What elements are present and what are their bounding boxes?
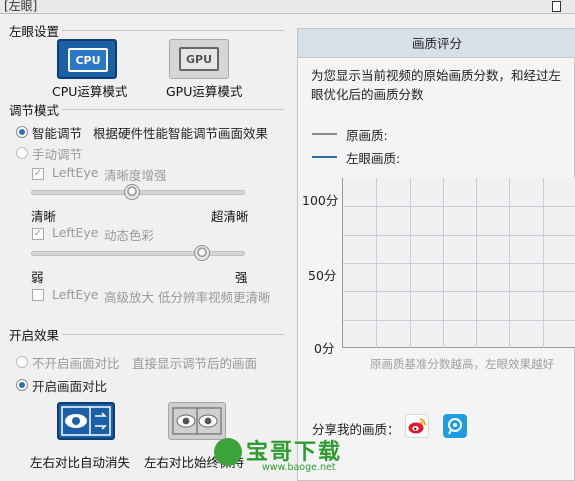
eye-compare-icon: [172, 407, 222, 435]
chart-caption: 原画质基准分数越高，左眼效果越好: [370, 357, 554, 371]
gpu-mode-label[interactable]: GPU运算模式: [166, 81, 242, 100]
cpu-chip-icon: CPU: [68, 48, 108, 72]
watermark-logo-icon: [214, 438, 242, 466]
color-slider-thumb[interactable]: [194, 245, 211, 261]
smart-adjust-desc: 根据硬件性能智能调节画面效果: [93, 126, 269, 141]
zoom-checkbox[interactable]: [32, 289, 44, 301]
color-min-label: 弱: [31, 270, 44, 285]
left-settings-panel: 左眼设置 CPU CPU运算模式 GPU GPU运算模式 调节模式 智能调节 根…: [0, 15, 292, 481]
panel-header: 画质评分: [298, 29, 575, 58]
y-tick-50: 50分: [308, 268, 337, 283]
sharpness-check-label: LeftEye: [52, 165, 99, 180]
y-tick-100: 100分: [302, 193, 339, 208]
keep-compare-button[interactable]: [168, 402, 226, 440]
weibo-icon[interactable]: [405, 414, 429, 438]
effect-section-title: 开启效果: [9, 328, 60, 343]
score-chart-grid: [343, 178, 575, 348]
lefteye-quality-legend-line: [312, 156, 337, 158]
no-compare-label[interactable]: 不开启画面对比: [32, 353, 120, 372]
smart-adjust-label[interactable]: 智能调节: [32, 123, 82, 142]
compare-radio[interactable]: [16, 379, 28, 391]
watermark-url: www.baoge.net: [262, 462, 336, 473]
original-quality-legend-line: [312, 133, 337, 135]
original-quality-legend-label: 原画质:: [346, 128, 388, 143]
sharpness-max-label: 超清晰: [211, 209, 249, 224]
score-chart: [342, 178, 575, 348]
color-desc: 动态色彩: [104, 228, 155, 243]
zoom-desc: 高级放大 低分辨率视频更清晰: [104, 290, 271, 305]
score-description: 为您显示当前视频的原始画质分数，和经过左眼优化后的画质分数: [311, 68, 562, 102]
auto-hide-compare-label[interactable]: 左右对比自动消失: [30, 452, 130, 471]
adjust-section-title: 调节模式: [9, 103, 60, 118]
window-title: [左眼]: [4, 0, 38, 13]
tencent-weibo-icon[interactable]: [443, 414, 467, 438]
gpu-chip-icon: GPU: [179, 47, 219, 71]
divider: [62, 30, 284, 31]
no-compare-desc: 直接显示调节后的画面: [132, 356, 258, 371]
color-slider-track[interactable]: [31, 251, 245, 256]
sharpness-desc: 清晰度增强: [104, 168, 167, 183]
smart-adjust-radio[interactable]: [16, 126, 28, 138]
gpu-mode-button[interactable]: GPU: [169, 39, 229, 79]
sharpness-min-label: 清晰: [31, 209, 57, 224]
color-check-label: LeftEye: [52, 225, 99, 240]
title-bar: [左眼]: [0, 0, 575, 14]
no-compare-radio[interactable]: [16, 356, 28, 368]
manual-adjust-radio[interactable]: [16, 147, 28, 159]
cpu-mode-button[interactable]: CPU: [57, 39, 117, 79]
settings-section-title: 左眼设置: [9, 24, 60, 39]
divider: [62, 109, 284, 110]
sharpness-slider-thumb[interactable]: [123, 184, 140, 200]
zoom-check-label: LeftEye: [52, 287, 99, 302]
sharpness-checkbox[interactable]: ✓: [32, 168, 44, 180]
eye-split-icon: [61, 406, 111, 436]
auto-hide-compare-button[interactable]: [57, 402, 115, 440]
divider: [62, 334, 284, 335]
color-max-label: 强: [235, 270, 248, 285]
compare-label[interactable]: 开启画面对比: [32, 376, 107, 395]
lefteye-quality-legend-label: 左眼画质:: [346, 151, 401, 166]
manual-adjust-label[interactable]: 手动调节: [32, 144, 82, 163]
window-restore-icon[interactable]: [552, 1, 561, 12]
cpu-mode-label[interactable]: CPU运算模式: [52, 81, 127, 100]
y-tick-0: 0分: [314, 341, 335, 356]
color-checkbox[interactable]: ✓: [32, 228, 44, 240]
